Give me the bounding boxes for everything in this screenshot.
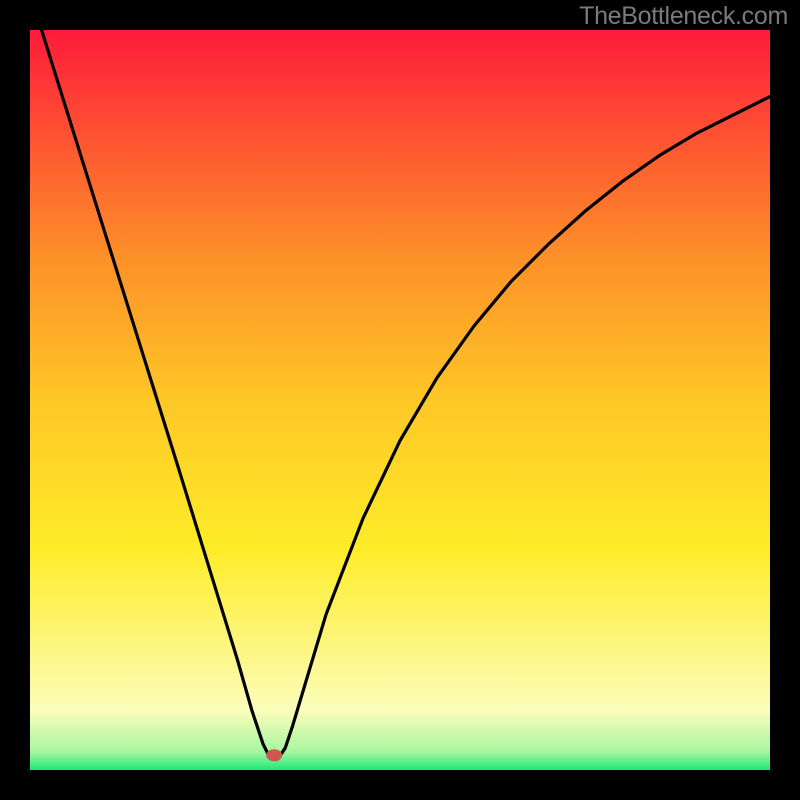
minimum-marker xyxy=(266,749,282,761)
watermark-text: TheBottleneck.com xyxy=(579,2,788,31)
chart-frame: TheBottleneck.com xyxy=(0,0,800,800)
gradient-background xyxy=(30,30,770,770)
chart-svg xyxy=(30,30,770,770)
